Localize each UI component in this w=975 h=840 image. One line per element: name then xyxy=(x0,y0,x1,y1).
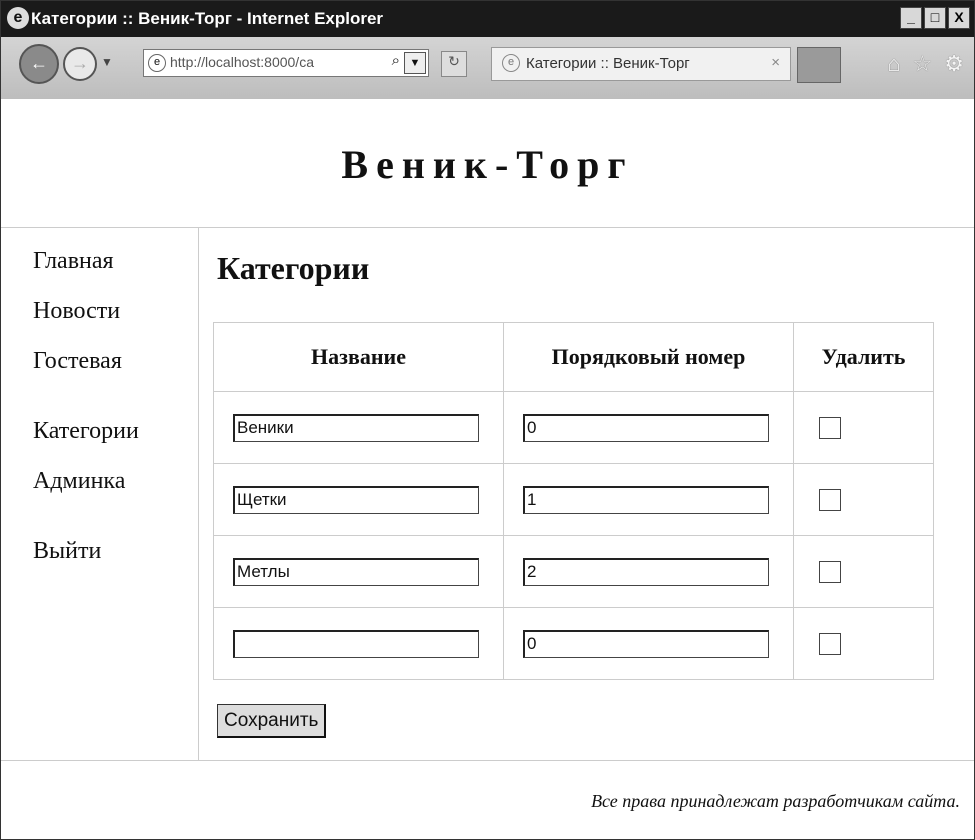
table-cell xyxy=(213,607,504,680)
tab-close-icon[interactable]: × xyxy=(771,54,780,71)
nav-link-logout[interactable]: Выйти xyxy=(33,538,101,565)
main-content: Категории Название Порядковый номер Удал… xyxy=(199,228,974,760)
browser-toolbar: ← → ▼ e http://localhost:8000/ca ⌕ ▼ ↻ e… xyxy=(1,37,974,99)
new-tab-button[interactable] xyxy=(797,47,841,83)
history-dropdown-icon[interactable]: ▼ xyxy=(101,55,113,69)
table-cell xyxy=(793,391,934,464)
gear-icon[interactable]: ⚙ xyxy=(944,51,964,77)
page-icon: e xyxy=(148,54,166,72)
nav-link-guestbook[interactable]: Гостевая xyxy=(33,348,122,375)
table-row xyxy=(213,535,934,608)
refresh-icon: ↻ xyxy=(448,55,460,70)
new-category-name-input[interactable] xyxy=(233,629,479,658)
site-title: Веник-Торг xyxy=(341,142,634,187)
window-title: Категории :: Веник-Торг - Internet Explo… xyxy=(31,9,384,28)
category-order-input[interactable] xyxy=(523,557,769,586)
delete-checkbox[interactable] xyxy=(819,560,841,583)
category-order-input[interactable] xyxy=(523,413,769,442)
site-footer: Все права принадлежат разработчикам сайт… xyxy=(1,760,974,839)
page-title: Категории xyxy=(217,250,370,286)
table-row xyxy=(213,607,934,680)
browser-tab[interactable]: e Категории :: Веник-Торг × xyxy=(491,47,791,81)
refresh-button[interactable]: ↻ xyxy=(441,51,467,77)
site-header: Веник-Торг xyxy=(1,99,974,228)
tab-favicon-icon: e xyxy=(502,54,520,72)
nav-link-admin[interactable]: Админка xyxy=(33,468,125,495)
column-header-delete: Удалить xyxy=(793,322,934,392)
sidebar-nav: Главная Новости Гостевая Категории Админ… xyxy=(1,228,199,760)
home-icon[interactable]: ⌂ xyxy=(887,51,900,77)
table-cell xyxy=(213,391,504,464)
category-name-input[interactable] xyxy=(233,485,479,514)
nav-link-home[interactable]: Главная xyxy=(33,248,114,275)
table-cell xyxy=(793,535,934,608)
table-cell xyxy=(503,535,794,608)
nav-link-categories[interactable]: Категории xyxy=(33,418,139,445)
table-cell xyxy=(793,607,934,680)
delete-checkbox[interactable] xyxy=(819,488,841,511)
column-header-order: Порядковый номер xyxy=(503,322,794,392)
address-url[interactable]: http://localhost:8000/ca xyxy=(170,54,360,70)
web-page: Веник-Торг Главная Новости Гостевая Кате… xyxy=(1,99,974,839)
arrow-left-icon: ← xyxy=(30,53,48,73)
table-cell xyxy=(503,391,794,464)
tab-title: Категории :: Веник-Торг xyxy=(526,55,690,72)
arrow-right-icon: → xyxy=(71,53,89,73)
footer-copyright: Все права принадлежат разработчикам сайт… xyxy=(591,791,960,811)
table-row xyxy=(213,391,934,464)
nav-link-news[interactable]: Новости xyxy=(33,298,120,325)
window-controls: _ □ X xyxy=(900,7,970,29)
table-cell xyxy=(213,463,504,536)
favorites-star-icon[interactable]: ☆ xyxy=(913,51,933,77)
toolbar-right-icons: ⌂ ☆ ⚙ xyxy=(887,51,964,77)
new-category-order-input[interactable] xyxy=(523,629,769,658)
category-name-input[interactable] xyxy=(233,557,479,586)
maximize-button[interactable]: □ xyxy=(924,7,946,29)
table-cell xyxy=(503,463,794,536)
table-header-row: Название Порядковый номер Удалить xyxy=(213,322,934,392)
save-button[interactable]: Сохранить xyxy=(217,704,327,738)
delete-checkbox[interactable] xyxy=(819,632,841,655)
title-bar: e Категории :: Веник-Торг - Internet Exp… xyxy=(1,1,974,37)
table-row xyxy=(213,463,934,536)
address-dropdown-icon[interactable]: ▼ xyxy=(404,52,426,74)
minimize-button[interactable]: _ xyxy=(900,7,922,29)
close-button[interactable]: X xyxy=(948,7,970,29)
delete-checkbox[interactable] xyxy=(819,416,841,439)
forward-button[interactable]: → xyxy=(63,47,97,81)
search-icon[interactable]: ⌕ xyxy=(392,52,400,69)
categories-table: Название Порядковый номер Удалить xyxy=(213,322,934,680)
table-cell xyxy=(793,463,934,536)
column-header-name: Название xyxy=(213,322,504,392)
category-name-input[interactable] xyxy=(233,413,479,442)
back-button[interactable]: ← xyxy=(19,44,59,84)
browser-window: e Категории :: Веник-Торг - Internet Exp… xyxy=(0,0,975,840)
table-cell xyxy=(503,607,794,680)
ie-logo-icon: e xyxy=(7,7,29,29)
category-order-input[interactable] xyxy=(523,485,769,514)
address-bar[interactable]: e http://localhost:8000/ca ⌕ ▼ xyxy=(143,49,429,77)
table-cell xyxy=(213,535,504,608)
